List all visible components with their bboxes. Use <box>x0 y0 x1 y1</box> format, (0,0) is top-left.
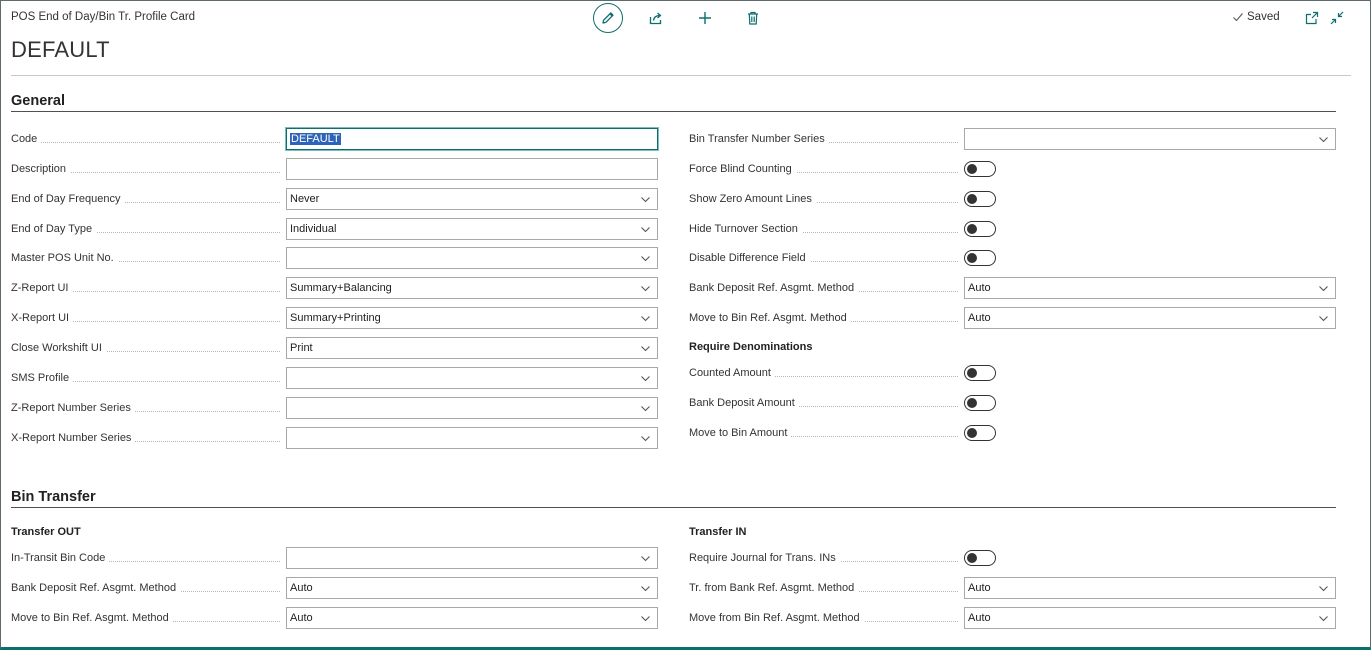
general-section-divider <box>11 111 1336 112</box>
require-journal-for-trans-ins-toggle[interactable] <box>964 550 996 566</box>
require-journal-for-trans-ins-label-text: Require Journal for Trans. INs <box>689 552 840 564</box>
disable-difference-field-label: Disable Difference Field <box>689 247 810 269</box>
field-row-close-workshift-ui: Close Workshift UI Print <box>0 337 1371 359</box>
field-row-tr-from-bank-ref-asgmt-method: Tr. from Bank Ref. Asgmt. Method Auto <box>0 577 1371 599</box>
share-icon <box>649 12 662 25</box>
bank-deposit-ref-asgmt-method-label: Bank Deposit Ref. Asgmt. Method <box>689 277 859 299</box>
field-row-show-zero-amount-lines: Show Zero Amount Lines <box>0 188 1371 210</box>
field-row-hide-turnover-section: Hide Turnover Section <box>0 218 1371 240</box>
field-row-move-to-bin-ref-asgmt-method: Move to Bin Ref. Asgmt. Method Auto <box>0 307 1371 329</box>
collapse-button[interactable] <box>1322 3 1352 33</box>
bank-deposit-ref-asgmt-method-label-text: Bank Deposit Ref. Asgmt. Method <box>689 282 859 294</box>
toggle-knob <box>967 163 977 174</box>
transfer-out-heading: Transfer OUT <box>11 526 81 538</box>
bin-transfer-number-series-select[interactable] <box>964 128 1336 150</box>
hide-turnover-section-label-text: Hide Turnover Section <box>689 223 802 235</box>
bin-transfer-number-series-label: Bin Transfer Number Series <box>689 128 829 150</box>
field-row-move-to-bin-amount: Move to Bin Amount <box>0 422 1371 444</box>
toggle-knob <box>967 397 977 408</box>
show-zero-amount-lines-label: Show Zero Amount Lines <box>689 188 816 210</box>
open-in-new-window-icon <box>1305 11 1319 25</box>
close-workshift-ui-select[interactable]: Print <box>286 337 658 359</box>
field-row-move-from-bin-ref-asgmt-method: Move from Bin Ref. Asgmt. Method Auto <box>0 607 1371 629</box>
plus-icon <box>699 12 711 24</box>
move-to-bin-ref-asgmt-method-value: Auto <box>968 312 991 324</box>
field-row-bank-deposit-amount: Bank Deposit Amount <box>0 392 1371 414</box>
force-blind-counting-label: Force Blind Counting <box>689 158 796 180</box>
chevron-down-icon <box>1319 616 1328 622</box>
move-from-bin-ref-asgmt-method-select[interactable]: Auto <box>964 607 1336 629</box>
delete-button[interactable] <box>738 3 768 33</box>
toggle-knob <box>967 427 977 438</box>
move-from-bin-ref-asgmt-method-label-text: Move from Bin Ref. Asgmt. Method <box>689 612 864 624</box>
move-from-bin-ref-asgmt-method-value: Auto <box>968 612 991 624</box>
close-workshift-ui-value: Print <box>290 342 313 354</box>
field-row-force-blind-counting: Force Blind Counting <box>0 158 1371 180</box>
disable-difference-field-toggle[interactable] <box>964 250 996 266</box>
close-workshift-ui-label: Close Workshift UI <box>11 337 106 359</box>
bin-transfer-section-title: Bin Transfer <box>11 489 96 505</box>
disable-difference-field-label-text: Disable Difference Field <box>689 252 810 264</box>
move-to-bin-ref-asgmt-method-label-text: Move to Bin Ref. Asgmt. Method <box>689 312 851 324</box>
show-zero-amount-lines-label-text: Show Zero Amount Lines <box>689 193 816 205</box>
toggle-knob <box>967 193 977 204</box>
collapse-arrows-icon <box>1330 11 1344 25</box>
transfer-in-heading: Transfer IN <box>689 526 747 538</box>
breadcrumb: POS End of Day/Bin Tr. Profile Card <box>11 11 196 23</box>
new-button[interactable] <box>690 3 720 33</box>
bank-deposit-ref-asgmt-method-value: Auto <box>968 282 991 294</box>
tr-from-bank-ref-asgmt-method-label: Tr. from Bank Ref. Asgmt. Method <box>689 577 859 599</box>
pencil-icon <box>602 12 614 24</box>
toggle-knob <box>967 552 977 563</box>
hide-turnover-section-label: Hide Turnover Section <box>689 218 802 240</box>
toggle-knob <box>967 367 977 378</box>
show-zero-amount-lines-toggle[interactable] <box>964 191 996 207</box>
hide-turnover-section-toggle[interactable] <box>964 221 996 237</box>
field-row-bin-transfer-number-series: Bin Transfer Number Series <box>0 128 1371 150</box>
field-row-disable-difference-field: Disable Difference Field <box>0 247 1371 269</box>
move-to-bin-ref-asgmt-method-select[interactable]: Auto <box>964 307 1336 329</box>
move-to-bin-ref-asgmt-method-label: Move to Bin Ref. Asgmt. Method <box>689 307 851 329</box>
bin-transfer-number-series-label-text: Bin Transfer Number Series <box>689 133 829 145</box>
field-row-counted-amount: Counted Amount <box>0 362 1371 384</box>
move-to-bin-amount-label: Move to Bin Amount <box>689 422 792 444</box>
general-section-title: General <box>11 93 65 109</box>
chevron-down-icon <box>1319 316 1328 322</box>
page-title: DEFAULT <box>11 37 110 62</box>
move-from-bin-ref-asgmt-method-label: Move from Bin Ref. Asgmt. Method <box>689 607 864 629</box>
chevron-down-icon <box>1319 586 1328 592</box>
saved-status: Saved <box>1232 11 1280 23</box>
tr-from-bank-ref-asgmt-method-value: Auto <box>968 582 991 594</box>
header-divider <box>11 75 1351 76</box>
toggle-knob <box>967 223 977 234</box>
edit-button[interactable] <box>593 3 623 33</box>
trash-icon <box>748 11 758 25</box>
bank-deposit-amount-label: Bank Deposit Amount <box>689 392 799 414</box>
counted-amount-label-text: Counted Amount <box>689 367 775 379</box>
share-button[interactable] <box>641 3 671 33</box>
bank-deposit-ref-asgmt-method-select[interactable]: Auto <box>964 277 1336 299</box>
move-to-bin-amount-label-text: Move to Bin Amount <box>689 427 792 439</box>
bin-transfer-section-divider <box>11 507 1336 508</box>
field-row-require-journal-for-trans-ins: Require Journal for Trans. INs <box>0 547 1371 569</box>
bank-deposit-amount-toggle[interactable] <box>964 395 996 411</box>
force-blind-counting-toggle[interactable] <box>964 161 996 177</box>
move-to-bin-amount-toggle[interactable] <box>964 425 996 441</box>
chevron-down-icon <box>1319 286 1328 292</box>
checkmark-icon <box>1233 13 1243 22</box>
field-row-bank-deposit-ref-asgmt-method: Bank Deposit Ref. Asgmt. Method Auto <box>0 277 1371 299</box>
tr-from-bank-ref-asgmt-method-label-text: Tr. from Bank Ref. Asgmt. Method <box>689 582 859 594</box>
toggle-knob <box>967 252 977 263</box>
force-blind-counting-label-text: Force Blind Counting <box>689 163 796 175</box>
chevron-down-icon <box>641 346 650 352</box>
require-journal-for-trans-ins-label: Require Journal for Trans. INs <box>689 547 840 569</box>
tr-from-bank-ref-asgmt-method-select[interactable]: Auto <box>964 577 1336 599</box>
counted-amount-label: Counted Amount <box>689 362 775 384</box>
counted-amount-toggle[interactable] <box>964 365 996 381</box>
saved-label: Saved <box>1247 11 1280 23</box>
bank-deposit-amount-label-text: Bank Deposit Amount <box>689 397 799 409</box>
close-workshift-ui-label-text: Close Workshift UI <box>11 342 106 354</box>
chevron-down-icon <box>1319 137 1328 143</box>
